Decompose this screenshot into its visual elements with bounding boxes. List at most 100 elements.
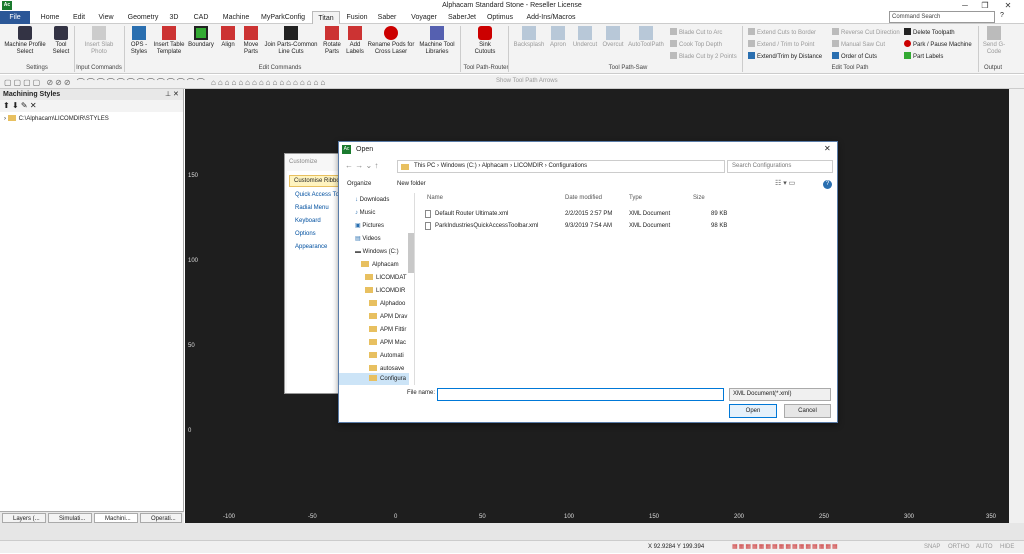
ortho-toggle[interactable]: ORTHO xyxy=(948,541,970,554)
extend-trim-point-button[interactable]: Extend / Trim to Point xyxy=(748,40,814,49)
open-button[interactable]: Open xyxy=(729,404,777,418)
align-button[interactable]: Align xyxy=(216,26,240,49)
add-labels-button[interactable]: Add Labels xyxy=(344,26,366,56)
tab-view[interactable]: View xyxy=(94,11,118,24)
pin-icon[interactable]: ⊥ ✕ xyxy=(165,90,179,98)
nav-item[interactable]: APM Mac xyxy=(369,337,406,349)
sink-cutouts-button[interactable]: Sink Cutouts xyxy=(470,26,500,56)
expand-icon[interactable]: › xyxy=(4,116,6,122)
park-pause-machine-button[interactable]: Park / Pause Machine xyxy=(904,40,972,49)
nav-item[interactable]: ▣ Pictures xyxy=(355,220,384,232)
rotate-parts-button[interactable]: Rotate Parts xyxy=(320,26,344,56)
nav-item[interactable]: Alphadoo xyxy=(369,298,405,310)
nav-item-selected[interactable]: Configura xyxy=(339,373,409,385)
tab-file[interactable]: File xyxy=(0,11,30,24)
column-header-name[interactable]: Name xyxy=(427,195,443,201)
close-icon[interactable]: ✕ xyxy=(998,0,1018,11)
snap-toggle[interactable]: SNAP xyxy=(924,541,940,554)
tab-cad[interactable]: CAD xyxy=(190,11,212,24)
nav-item[interactable]: LICOMDIR xyxy=(365,285,405,297)
delete-icon[interactable]: ✕ xyxy=(30,101,37,110)
tab-add-ins-macros[interactable]: Add-Ins/Macros xyxy=(524,11,578,24)
cancel-button[interactable]: Cancel xyxy=(784,404,831,418)
organize-button[interactable]: Organize xyxy=(347,177,371,191)
toolbar-icons[interactable]: ▢▢▢▢ ⊘⊘⊘ ⌒⌒⌒⌒⌒⌒⌒⌒⌒⌒⌒⌒⌒ ⌂⌂⌂⌂⌂⌂⌂⌂⌂⌂⌂⌂⌂⌂⌂⌂⌂ xyxy=(4,77,327,88)
help-icon[interactable]: ? xyxy=(1000,12,1004,19)
auto-toggle[interactable]: AUTO xyxy=(976,541,993,554)
tab-layers[interactable]: Layers (... xyxy=(2,513,46,523)
new-folder-button[interactable]: New folder xyxy=(397,177,426,191)
tab-titan[interactable]: Titan xyxy=(312,11,340,24)
file-row[interactable]: Default Router Ultimate.xml 2/2/2015 2:5… xyxy=(425,209,727,220)
tab-operations[interactable]: Operati... xyxy=(140,513,182,523)
manual-saw-cut-button[interactable]: Manual Saw Cut xyxy=(832,40,885,49)
tab-machine[interactable]: Machine xyxy=(218,11,254,24)
snap-icons[interactable]: ▦▦▦▦▦▦▦▦▦▦▦▦▦▦▦▦ xyxy=(732,541,839,554)
tab-geometry[interactable]: Geometry xyxy=(124,11,162,24)
ops-styles-button[interactable]: OPS - Styles xyxy=(126,26,152,56)
breadcrumb-item[interactable]: Configurations xyxy=(548,163,587,169)
tab-saberjet[interactable]: SaberJet xyxy=(446,11,478,24)
extend-trim-distance-button[interactable]: Extend/Trim by Distance xyxy=(748,52,822,61)
customize-item[interactable]: Radial Menu xyxy=(295,205,329,211)
tool-select-button[interactable]: Tool Select xyxy=(48,26,74,56)
customize-item[interactable]: Appearance xyxy=(295,244,327,250)
column-header-date[interactable]: Date modified xyxy=(565,195,602,201)
pencil-icon[interactable]: ✎ xyxy=(21,101,28,110)
tab-fusion[interactable]: Fusion xyxy=(344,11,370,24)
blade-cut-2-points-button[interactable]: Blade Cut by 2 Points xyxy=(670,52,737,61)
tab-myparkconfig[interactable]: MyParkConfig xyxy=(258,11,308,24)
maximize-icon[interactable]: ❐ xyxy=(975,0,995,11)
command-search-input[interactable]: Command Search xyxy=(889,11,995,23)
view-icon[interactable]: ☷ ▾ ▭ xyxy=(775,177,795,191)
file-row[interactable]: ParkIndustriesQuickAccessToolbar.xml 9/3… xyxy=(425,221,727,232)
apron-button[interactable]: Apron xyxy=(546,26,570,49)
breadcrumb-item[interactable]: This PC xyxy=(414,163,435,169)
insert-table-template-button[interactable]: Insert Table Template xyxy=(152,26,186,56)
nav-item[interactable]: ♪ Music xyxy=(355,207,375,219)
breadcrumb-item[interactable]: Windows (C:) xyxy=(441,163,477,169)
backsplash-button[interactable]: Backsplash xyxy=(512,26,546,49)
move-parts-button[interactable]: Move Parts xyxy=(240,26,262,56)
customize-item[interactable]: Keyboard xyxy=(295,218,321,224)
breadcrumb-item[interactable]: Alphacam xyxy=(482,163,509,169)
address-bar[interactable]: This PC › Windows (C:) › Alphacam › LICO… xyxy=(397,160,725,173)
nav-item[interactable]: Automati xyxy=(369,350,404,362)
hide-toggle[interactable]: HIDE xyxy=(1000,541,1014,554)
boundary-button[interactable]: Boundary xyxy=(186,26,216,49)
customize-item[interactable]: Customise Ribbon xyxy=(289,175,339,187)
nav-item[interactable]: LICOMDAT xyxy=(365,272,407,284)
tab-voyager[interactable]: Voyager xyxy=(408,11,440,24)
dialog-close-icon[interactable]: ✕ xyxy=(824,144,831,153)
tab-saber[interactable]: Saber xyxy=(376,11,398,24)
blade-cut-to-arc-button[interactable]: Blade Cut to Arc xyxy=(670,28,722,37)
tab-3d[interactable]: 3D xyxy=(166,11,182,24)
breadcrumb-item[interactable]: LICOMDIR xyxy=(514,163,543,169)
extend-cuts-border-button[interactable]: Extend Cuts to Border xyxy=(748,28,816,37)
nav-item[interactable]: Alphacam xyxy=(361,259,399,271)
part-labels-button[interactable]: Part Labels xyxy=(904,52,943,61)
nav-item[interactable]: ↓ Downloads xyxy=(355,194,389,206)
show-toolpath-arrows-button[interactable]: Show Tool Path Arrows xyxy=(496,78,558,84)
nav-item[interactable]: APM Drav xyxy=(369,311,407,323)
minimize-icon[interactable]: ─ xyxy=(955,0,975,11)
tab-machining[interactable]: Machini... xyxy=(94,513,138,523)
tab-home[interactable]: Home xyxy=(34,11,66,24)
nav-scrollbar[interactable] xyxy=(408,233,414,273)
help-icon[interactable]: ? xyxy=(823,180,832,189)
file-type-select[interactable]: XML Document(*.xml) xyxy=(729,388,831,401)
overcut-button[interactable]: Overcut xyxy=(600,26,626,49)
delete-toolpath-button[interactable]: Delete Toolpath xyxy=(904,28,955,37)
tab-edit[interactable]: Edit xyxy=(68,11,90,24)
tab-simulation[interactable]: Simulati... xyxy=(48,513,92,523)
machine-tool-libraries-button[interactable]: Machine Tool Libraries xyxy=(416,26,458,56)
insert-slab-photo-button[interactable]: Insert Slab Photo xyxy=(78,26,120,56)
reverse-cut-direction-button[interactable]: Reverse Cut Direction xyxy=(832,28,900,37)
rename-pods-button[interactable]: Rename Pods for Cross Laser xyxy=(366,26,416,56)
nav-item[interactable]: ▬ Windows (C:) xyxy=(355,246,399,258)
column-header-type[interactable]: Type xyxy=(629,195,642,201)
machine-profile-select-button[interactable]: Machine Profile Select xyxy=(2,26,48,56)
send-gcode-button[interactable]: Send G-Code xyxy=(982,26,1006,56)
nav-item[interactable]: APM Fittir xyxy=(369,324,406,336)
order-of-cuts-button[interactable]: Order of Cuts xyxy=(832,52,877,61)
